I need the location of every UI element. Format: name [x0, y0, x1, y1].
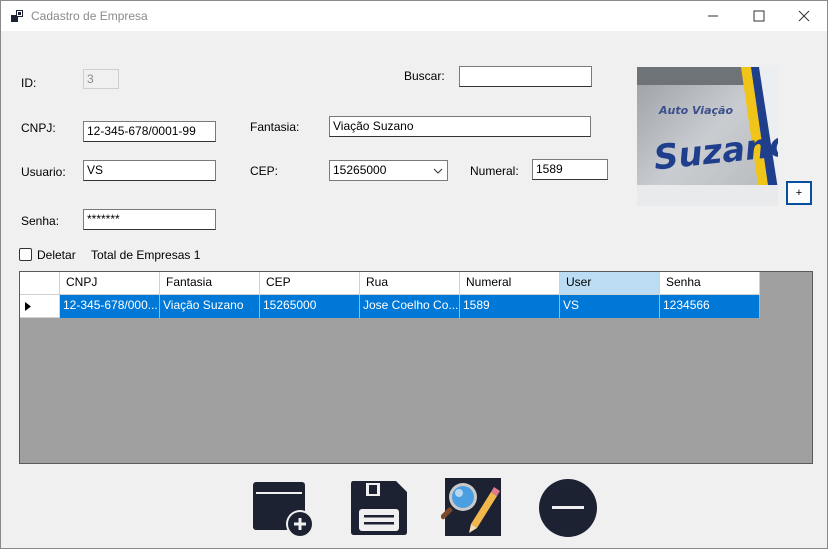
- cnpj-field[interactable]: 12-345-678/0001-99: [83, 121, 216, 142]
- cep-select[interactable]: 15265000: [329, 160, 448, 181]
- table-cell-numeral[interactable]: 1589: [460, 295, 560, 318]
- table-cell-rua[interactable]: Jose Coelho Co...: [360, 295, 460, 318]
- total-label: Total de Empresas 1: [91, 248, 201, 262]
- add-window-icon: [253, 482, 314, 538]
- title-bar[interactable]: Cadastro de Empresa: [1, 1, 827, 31]
- new-record-button[interactable]: [253, 480, 315, 538]
- row-pointer-icon: [25, 302, 31, 311]
- fantasia-field[interactable]: Viação Suzano: [329, 116, 591, 137]
- column-header-senha[interactable]: Senha: [660, 272, 760, 295]
- column-header-fantasia[interactable]: Fantasia: [160, 272, 260, 295]
- numeral-field[interactable]: 1589: [532, 159, 608, 180]
- search-input[interactable]: [459, 66, 592, 87]
- row-header[interactable]: [20, 295, 60, 318]
- window-title: Cadastro de Empresa: [31, 9, 148, 23]
- table-cell-cep[interactable]: 15265000: [260, 295, 360, 318]
- column-header-numeral[interactable]: Numeral: [460, 272, 560, 295]
- column-header-user[interactable]: User: [560, 272, 660, 295]
- column-header-rua[interactable]: Rua: [360, 272, 460, 295]
- minimize-button[interactable]: [690, 1, 736, 31]
- companies-grid[interactable]: CNPJ Fantasia CEP Rua Numeral User Senha…: [19, 271, 813, 464]
- delete-button[interactable]: [538, 478, 598, 538]
- table-cell-user[interactable]: VS: [560, 295, 660, 318]
- close-icon: [798, 10, 810, 22]
- search-edit-icon: [440, 478, 501, 536]
- app-icon: [11, 10, 23, 22]
- column-header-cnpj[interactable]: CNPJ: [60, 272, 160, 295]
- remove-icon: [539, 479, 597, 537]
- search-edit-button[interactable]: [440, 478, 501, 538]
- cnpj-label: CNPJ:: [21, 121, 56, 135]
- table-cell-cnpj[interactable]: 12-345-678/000...: [60, 295, 160, 318]
- usuario-label: Usuario:: [21, 165, 66, 179]
- chevron-down-icon: [433, 168, 443, 174]
- save-button[interactable]: [350, 480, 408, 536]
- minimize-icon: [708, 15, 718, 17]
- deletar-label: Deletar: [37, 248, 76, 262]
- usuario-field[interactable]: VS: [83, 160, 216, 181]
- save-icon: [351, 481, 407, 535]
- cep-label: CEP:: [250, 164, 279, 178]
- id-label: ID:: [21, 76, 37, 90]
- close-button[interactable]: [781, 1, 827, 31]
- photo-text-small: Auto Viação: [658, 104, 733, 117]
- cep-select-value: 15265000: [333, 163, 387, 177]
- table-cell-fantasia[interactable]: Viação Suzano: [160, 295, 260, 318]
- fantasia-label: Fantasia:: [250, 120, 300, 134]
- buscar-label: Buscar:: [404, 69, 445, 83]
- table-cell-senha[interactable]: 1234566: [660, 295, 760, 318]
- maximize-button[interactable]: [736, 1, 782, 31]
- grid-corner: [20, 272, 60, 295]
- main-window: Cadastro de Empresa ID: 3 Buscar: CNPJ: …: [0, 0, 828, 549]
- deletar-checkbox[interactable]: [19, 248, 32, 261]
- company-photo: Auto Viação Suzano: [637, 67, 778, 206]
- maximize-icon: [753, 10, 765, 22]
- column-header-cep[interactable]: CEP: [260, 272, 360, 295]
- numeral-label: Numeral:: [470, 164, 519, 178]
- senha-field[interactable]: *******: [83, 209, 216, 230]
- add-image-button[interactable]: +: [786, 181, 812, 205]
- senha-label: Senha:: [21, 214, 60, 228]
- id-field: 3: [83, 69, 119, 89]
